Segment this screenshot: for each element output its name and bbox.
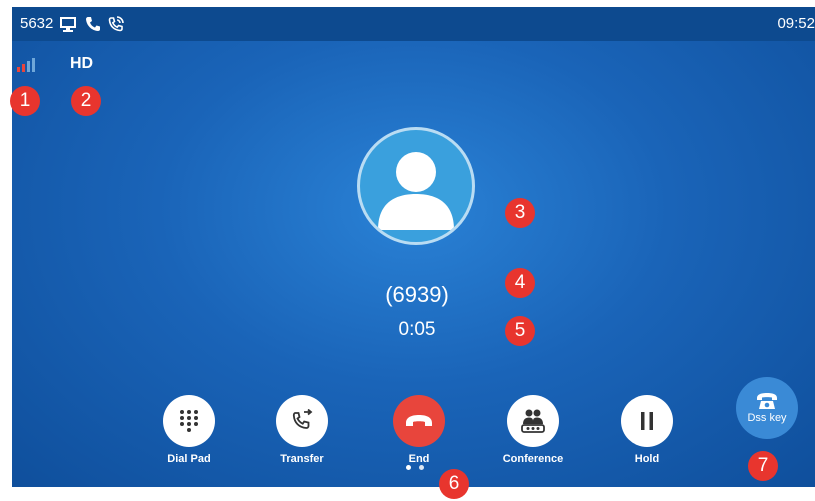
contact-avatar-icon	[378, 152, 454, 230]
hold-label: Hold	[634, 453, 660, 465]
phone-icon	[86, 17, 100, 31]
contact-avatar	[357, 127, 475, 245]
hd-indicator: HD	[70, 55, 94, 72]
signal-icon	[17, 58, 35, 72]
conference-button[interactable]	[507, 395, 559, 447]
callout-badge-5: 5	[505, 316, 535, 346]
dialpad-icon	[180, 410, 198, 432]
computer-icon	[60, 17, 76, 32]
transfer-label: Transfer	[280, 453, 324, 465]
callout-badge-1: 1	[10, 86, 40, 116]
extension-number: 5632	[20, 15, 54, 32]
dial-pad-label: Dial Pad	[167, 453, 211, 465]
callout-badge-3: 3	[505, 198, 535, 228]
page-dot[interactable]	[419, 465, 424, 470]
callout-badge-4: 4	[505, 268, 535, 298]
transfer-button[interactable]	[276, 395, 328, 447]
conference-label: Conference	[502, 453, 564, 465]
callout-badge-2: 2	[71, 86, 101, 116]
transfer-icon	[292, 409, 313, 429]
clock: 09:52	[777, 15, 815, 32]
hold-icon	[641, 412, 653, 430]
conference-icon	[521, 409, 545, 433]
call-active-icon	[108, 16, 124, 32]
dss-key-button[interactable]: Dss key	[736, 377, 798, 439]
phone-screen: 5632 09:52 HD (6939) 0:05 Dial Pad Trans…	[12, 7, 815, 487]
end-call-label: End	[408, 453, 430, 465]
status-bar: 5632 09:52	[12, 7, 815, 41]
dss-phone-icon	[757, 393, 777, 409]
end-call-icon	[406, 415, 432, 426]
page-dot-active[interactable]	[406, 465, 411, 470]
end-call-button[interactable]	[393, 395, 445, 447]
hold-button[interactable]	[621, 395, 673, 447]
dial-pad-button[interactable]	[163, 395, 215, 447]
dss-key-label: Dss key	[747, 412, 787, 424]
caller-number: (6939)	[385, 282, 449, 307]
call-duration: 0:05	[398, 319, 436, 340]
callout-badge-6: 6	[439, 469, 469, 499]
callout-badge-7: 7	[748, 451, 778, 481]
